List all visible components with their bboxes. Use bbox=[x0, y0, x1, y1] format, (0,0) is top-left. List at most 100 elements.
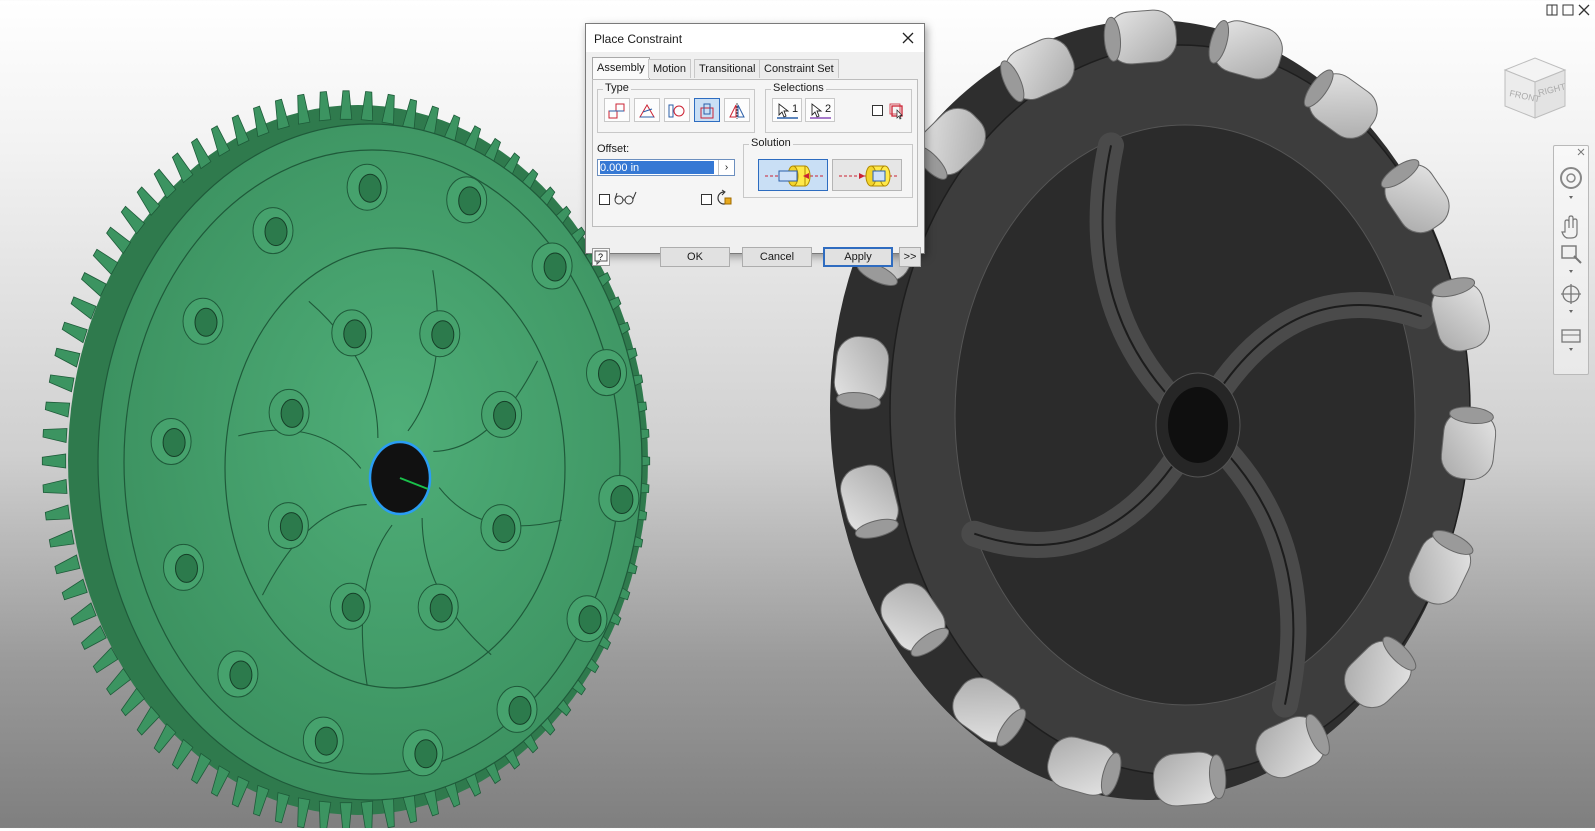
gear-tooth bbox=[42, 479, 68, 494]
gear-tooth bbox=[339, 90, 353, 120]
gear-hole bbox=[279, 512, 303, 542]
gear-tooth bbox=[44, 504, 71, 521]
apply-button[interactable]: Apply bbox=[823, 247, 893, 267]
gear-tooth bbox=[54, 554, 81, 575]
gear-tooth bbox=[81, 625, 107, 650]
predict-offset-checkbox[interactable] bbox=[701, 194, 712, 205]
angle-button[interactable] bbox=[634, 98, 660, 122]
select-second-button[interactable]: 2 bbox=[805, 98, 835, 122]
gear-hole bbox=[598, 359, 621, 389]
gear-hole bbox=[543, 252, 567, 282]
gear-tooth bbox=[70, 602, 97, 626]
gear-tooth bbox=[274, 98, 290, 130]
navbar-close-icon[interactable] bbox=[1577, 148, 1585, 156]
gear-hole bbox=[194, 307, 218, 337]
solution-group: Solution bbox=[743, 137, 913, 198]
type-label: Type bbox=[603, 82, 631, 94]
gear-tooth bbox=[54, 347, 81, 368]
pick-part-first-checkbox[interactable] bbox=[872, 105, 883, 116]
selections-label: Selections bbox=[771, 82, 826, 94]
gear-tooth bbox=[318, 800, 332, 831]
select-first-button[interactable]: 1 bbox=[772, 98, 802, 122]
tab-transitional[interactable]: Transitional bbox=[694, 59, 761, 78]
gear-hole bbox=[264, 217, 288, 247]
insert-icon bbox=[700, 103, 714, 119]
solution-label: Solution bbox=[749, 137, 793, 149]
gear-tooth bbox=[191, 137, 212, 170]
help-icon: ? bbox=[594, 250, 608, 266]
help-button[interactable]: ? bbox=[592, 248, 610, 266]
tangent-button[interactable] bbox=[664, 98, 690, 122]
gear-hole bbox=[229, 660, 253, 690]
gear-hole bbox=[458, 186, 482, 216]
dialog-close-icon[interactable] bbox=[898, 28, 918, 48]
assembly-tab-panel: Type Selections 1 2 Offset: 0.000 in › S… bbox=[592, 79, 918, 227]
window-controls bbox=[1511, 2, 1591, 18]
show-preview-checkbox[interactable] bbox=[599, 194, 610, 205]
gear-tooth bbox=[44, 401, 71, 418]
gear-hole bbox=[280, 398, 304, 428]
gear-tooth bbox=[339, 802, 353, 831]
restore-icon[interactable] bbox=[1562, 4, 1574, 16]
roller bbox=[1103, 9, 1178, 65]
offset-input[interactable] bbox=[600, 161, 714, 174]
tab-constraint-set[interactable]: Constraint Set bbox=[759, 59, 839, 78]
tab-assembly[interactable]: Assembly bbox=[592, 57, 650, 79]
aligned-solution-button[interactable] bbox=[832, 159, 902, 191]
show-preview-glasses-icon bbox=[614, 191, 637, 205]
pick-part-icon[interactable] bbox=[888, 102, 906, 120]
offset-flyout-arrow[interactable]: › bbox=[718, 160, 734, 175]
gear-tooth bbox=[210, 765, 231, 797]
gear-tooth bbox=[297, 93, 311, 125]
gear-hole bbox=[508, 695, 532, 725]
gear-tooth bbox=[48, 374, 75, 393]
gear-tooth bbox=[191, 752, 212, 785]
gear-hole bbox=[493, 400, 517, 430]
dialog-titlebar[interactable]: Place Constraint bbox=[586, 24, 924, 52]
gear-tooth bbox=[48, 529, 75, 548]
select-2-label: 2 bbox=[825, 103, 832, 115]
place-constraint-dialog: Place Constraint Assembly Motion Transit… bbox=[585, 23, 925, 267]
spur-gear-part[interactable] bbox=[41, 90, 651, 831]
insert-button[interactable] bbox=[694, 98, 720, 122]
more-options-button[interactable]: >> bbox=[899, 247, 921, 267]
offset-field[interactable]: › bbox=[597, 159, 735, 176]
gear-hole bbox=[429, 593, 453, 623]
gear-hole bbox=[492, 514, 516, 544]
opposed-solution-button[interactable] bbox=[758, 159, 828, 191]
close-window-icon[interactable] bbox=[1578, 4, 1590, 16]
angle-icon bbox=[639, 104, 655, 118]
select-1-label: 1 bbox=[792, 103, 799, 115]
tangent-icon bbox=[668, 104, 685, 118]
omni-wheel-part[interactable] bbox=[830, 9, 1498, 808]
symmetry-button[interactable] bbox=[724, 98, 750, 122]
graphics-window[interactable]: FRONT RIGHT Place Constraint Assembly Mo… bbox=[0, 0, 1595, 831]
pan-icon[interactable] bbox=[1561, 215, 1578, 239]
viewcube[interactable]: FRONT RIGHT bbox=[1495, 52, 1575, 128]
gear-hole bbox=[162, 428, 186, 457]
type-group: Type bbox=[597, 82, 755, 133]
gear-tooth bbox=[61, 578, 88, 601]
ok-button[interactable]: OK bbox=[660, 247, 730, 267]
predict-offset-icon bbox=[717, 189, 732, 205]
navigation-bar bbox=[1553, 145, 1589, 375]
gear-hole bbox=[610, 485, 634, 514]
gear-tooth bbox=[360, 91, 374, 122]
gear-hole bbox=[341, 592, 365, 622]
aligned-solution-icon bbox=[839, 165, 897, 187]
tab-motion[interactable]: Motion bbox=[648, 59, 692, 78]
mate-button[interactable] bbox=[604, 98, 630, 122]
look-at-icon[interactable] bbox=[1561, 329, 1581, 343]
gear-hole bbox=[175, 553, 198, 583]
gear-hole bbox=[358, 173, 382, 203]
gear-tooth bbox=[81, 272, 107, 297]
svg-text:?: ? bbox=[598, 252, 603, 262]
gear-hole bbox=[431, 320, 455, 350]
gear-tooth bbox=[41, 453, 67, 469]
cancel-button[interactable]: Cancel bbox=[742, 247, 812, 267]
dialog-title: Place Constraint bbox=[594, 32, 683, 46]
steering-wheel-icon[interactable] bbox=[1560, 167, 1582, 189]
gear-hole bbox=[414, 739, 438, 769]
roller bbox=[1152, 751, 1227, 807]
selections-group: Selections 1 2 bbox=[765, 82, 912, 133]
